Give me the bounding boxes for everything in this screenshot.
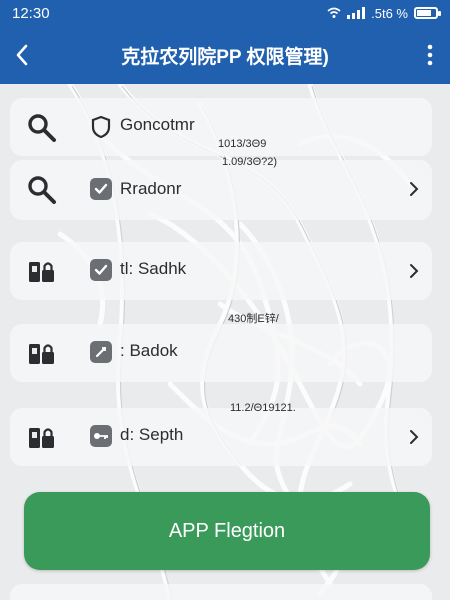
- device-lock-icon: [29, 428, 54, 448]
- overflow-menu-button[interactable]: [410, 26, 450, 84]
- check-icon: [90, 178, 112, 200]
- row-meta: 11.2/Θ19121.: [230, 402, 296, 414]
- wifi-icon: [327, 7, 341, 18]
- row-label: : Badok: [120, 341, 178, 360]
- back-button[interactable]: [0, 26, 44, 84]
- search-icon: [28, 114, 56, 142]
- device-lock-icon: [29, 344, 54, 364]
- row-meta: 1013/3Θ9: [218, 138, 267, 150]
- page-title: 克拉农列院PP 权限管理): [121, 46, 329, 68]
- app-registration-button[interactable]: APP Flegtion: [24, 492, 430, 570]
- row-label: Goncotmr: [120, 115, 195, 134]
- app-bar: 克拉农列院PP 权限管理): [0, 26, 450, 84]
- chevron-right-icon: [410, 430, 419, 444]
- list-item: [10, 584, 432, 600]
- status-time: 12:30: [12, 4, 50, 22]
- chevron-right-icon: [410, 182, 419, 196]
- list-item[interactable]: tl: Sadhk: [10, 242, 432, 300]
- chevron-right-icon: [410, 264, 419, 278]
- row-meta: 1.09/3Θ?2): [222, 156, 278, 168]
- list-item[interactable]: Rradonr: [10, 160, 432, 220]
- row-label: tl: Sadhk: [120, 259, 187, 278]
- more-vertical-icon: [427, 44, 433, 66]
- search-icon: [28, 176, 56, 204]
- status-indicators: .5t6 %: [327, 5, 441, 21]
- edit-icon: [90, 341, 112, 363]
- row-label: Rradonr: [120, 179, 182, 198]
- battery-text: .5t6 %: [371, 5, 408, 21]
- row-meta: 430制E锌/: [228, 313, 279, 325]
- device-lock-icon: [29, 262, 54, 282]
- row-label: d: Septh: [120, 425, 184, 444]
- check-icon: [90, 259, 112, 281]
- status-bar: 12:30 .5t6 %: [0, 0, 450, 26]
- list-item[interactable]: Goncotmr 1013/3Θ9: [10, 98, 432, 156]
- shield-icon: [91, 115, 111, 139]
- signal-icon: [347, 7, 366, 19]
- back-arrow-icon: [16, 44, 28, 66]
- key-icon: [90, 425, 112, 447]
- list-item[interactable]: : Badok: [10, 324, 432, 382]
- battery-icon: [414, 7, 441, 19]
- list-item[interactable]: d: Septh: [10, 408, 432, 466]
